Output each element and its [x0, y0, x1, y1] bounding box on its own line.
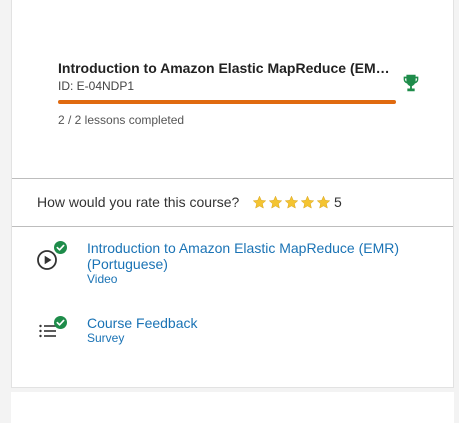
- star-icon[interactable]: [316, 195, 331, 210]
- star-icon[interactable]: [284, 195, 299, 210]
- rating-question: How would you rate this course?: [37, 194, 240, 210]
- star-icon[interactable]: [300, 195, 315, 210]
- star-icon[interactable]: [252, 195, 267, 210]
- progress-bar-fill: [58, 100, 396, 104]
- rating-row: How would you rate this course? 5: [12, 179, 453, 227]
- star-rating[interactable]: [252, 195, 331, 210]
- progress-bar: [58, 100, 396, 104]
- course-id: ID: E-04NDP1: [58, 79, 135, 93]
- course-header: Introduction to Amazon Elastic MapReduce…: [12, 0, 453, 179]
- check-circle-icon: [54, 316, 67, 329]
- item-type: Survey: [87, 331, 125, 345]
- trophy-icon: [403, 74, 419, 92]
- star-icon[interactable]: [268, 195, 283, 210]
- next-card: [11, 392, 454, 423]
- item-type: Video: [87, 272, 118, 286]
- item-title[interactable]: Introduction to Amazon Elastic MapReduce…: [87, 240, 437, 272]
- rating-value: 5: [334, 194, 342, 210]
- lessons-completed-text: 2 / 2 lessons completed: [58, 113, 185, 127]
- course-card: Introduction to Amazon Elastic MapReduce…: [11, 0, 454, 388]
- check-circle-icon: [54, 241, 67, 254]
- course-title[interactable]: Introduction to Amazon Elastic MapReduce…: [58, 60, 398, 76]
- item-title[interactable]: Course Feedback: [87, 315, 437, 331]
